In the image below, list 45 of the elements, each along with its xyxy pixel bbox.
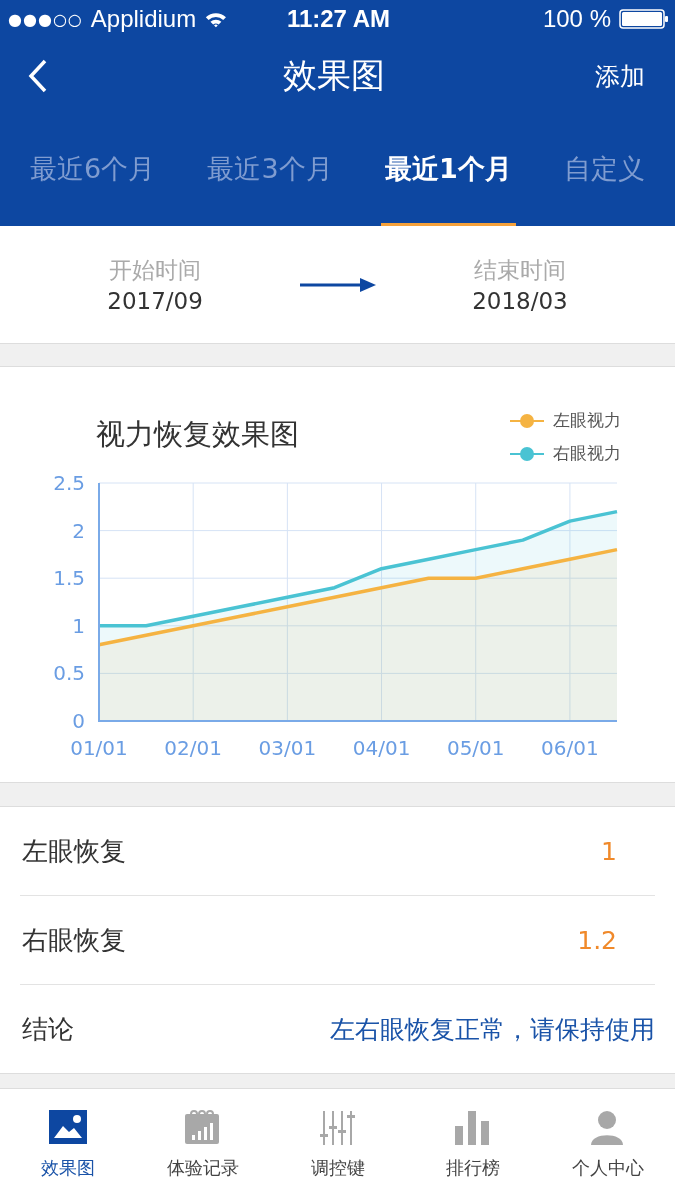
x-tick-label: 06/01	[541, 736, 599, 760]
date-label: 开始时间	[109, 256, 202, 285]
tab-bar-item[interactable]: 个人中心	[542, 1110, 673, 1180]
date-label: 结束时间	[473, 256, 566, 285]
sliders-icon	[318, 1110, 357, 1146]
row-label: 左眼恢复	[22, 834, 126, 868]
x-tick-label: 04/01	[352, 736, 411, 760]
recovery-value: 1	[601, 836, 617, 866]
tab-bar-item[interactable]: 体验记录	[137, 1110, 268, 1180]
x-tick-label: 05/01	[446, 736, 505, 760]
add-button[interactable]: 添加	[595, 59, 645, 93]
date-value: 2018/03	[472, 288, 568, 314]
wifi-icon	[204, 10, 228, 28]
legend-label: 左眼视力	[553, 409, 621, 432]
tab-bar-item[interactable]: 排行榜	[407, 1110, 538, 1180]
back-icon	[28, 59, 48, 93]
x-tick-label: 02/01	[164, 736, 222, 760]
arrow-icon	[297, 276, 378, 293]
tab-bar-item[interactable]: 调控键	[272, 1110, 403, 1180]
y-tick-label: 1.5	[53, 566, 85, 591]
status-time: 11:27 AM	[286, 5, 391, 33]
tab-bar-item[interactable]: 效果图	[2, 1110, 133, 1180]
x-tick-label: 03/01	[258, 736, 317, 760]
battery-percent: 100 %	[542, 5, 611, 33]
calendar-icon	[183, 1110, 222, 1146]
row-label: 右眼恢复	[22, 923, 126, 957]
y-tick-label: 1	[72, 613, 85, 638]
x-tick-label: 01/01	[70, 736, 128, 760]
signal-strength: ●●●○○	[8, 9, 83, 29]
y-tick-label: 0.5	[53, 661, 85, 686]
picture-icon	[48, 1110, 87, 1146]
y-tick-label: 2.5	[53, 471, 85, 495]
date-value: 2017/09	[107, 288, 203, 314]
bar-chart-icon	[453, 1110, 492, 1146]
chart-title: 视力恢复效果图	[96, 416, 299, 453]
row-label: 结论	[22, 1012, 74, 1046]
screen-title: 效果图	[282, 54, 385, 97]
back-button[interactable]	[28, 59, 48, 93]
legend-label: 右眼视力	[553, 442, 621, 465]
y-tick-label: 0	[72, 709, 85, 733]
recovery-value: 1.2	[577, 925, 617, 955]
battery-icon	[619, 9, 669, 29]
carrier-name: Applidium	[90, 5, 197, 33]
conclusion-text: 左右眼恢复正常，请保持使用	[330, 1013, 655, 1046]
y-tick-label: 2	[72, 518, 85, 543]
